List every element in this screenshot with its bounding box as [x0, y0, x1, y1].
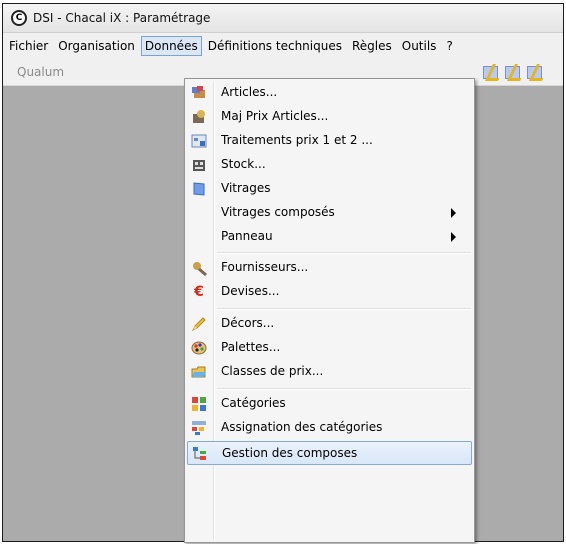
toolbar-tool-icon[interactable]	[503, 62, 523, 82]
menu-fichier[interactable]: Fichier	[5, 36, 52, 56]
price-class-icon	[191, 364, 207, 380]
menu-item-traitements-prix[interactable]: Traitements prix 1 et 2 ...	[187, 129, 472, 153]
articles-icon	[191, 85, 207, 101]
submenu-arrow-icon	[451, 232, 456, 242]
submenu-arrow-icon	[451, 208, 456, 218]
menu-separator	[217, 308, 471, 310]
menu-item-vitrages-composes[interactable]: Vitrages composés	[187, 201, 472, 225]
category-assign-icon	[191, 420, 207, 436]
app-icon: C	[11, 10, 27, 26]
menu-item-decors[interactable]: Décors...	[187, 312, 472, 336]
palette-icon	[191, 340, 207, 356]
suppliers-icon	[191, 260, 207, 276]
menu-help[interactable]: ?	[442, 36, 456, 56]
price-update-icon	[191, 109, 207, 125]
menu-item-articles[interactable]: Articles...	[187, 81, 472, 105]
menu-item-gestion-des-composes[interactable]: Gestion des composes	[187, 441, 472, 465]
menu-separator	[217, 388, 471, 390]
stock-icon	[191, 157, 207, 173]
menu-organisation[interactable]: Organisation	[54, 36, 139, 56]
pencil-icon	[191, 316, 207, 332]
price-processing-icon	[191, 133, 207, 149]
euro-icon: €	[191, 284, 207, 300]
glazing-icon	[191, 181, 207, 197]
menu-item-panneau[interactable]: Panneau	[187, 225, 472, 249]
menu-regles[interactable]: Règles	[348, 36, 396, 56]
menu-separator	[217, 252, 471, 254]
menu-outils[interactable]: Outils	[398, 36, 441, 56]
toolbar-tool-icon[interactable]	[481, 62, 501, 82]
menu-item-stock[interactable]: Stock...	[187, 153, 472, 177]
toolbar-tool-icon[interactable]	[525, 62, 545, 82]
menu-item-vitrages[interactable]: Vitrages	[187, 177, 472, 201]
company-combo[interactable]: Qualum	[13, 62, 177, 82]
menu-item-assignation-categories[interactable]: Assignation des catégories	[187, 416, 472, 440]
categories-icon	[191, 396, 207, 412]
donnees-dropdown-menu: Articles... Maj Prix Articles... Traitem…	[184, 78, 475, 543]
title-bar: C DSI - Chacal iX : Paramétrage	[3, 4, 563, 33]
menu-item-devises[interactable]: € Devises...	[187, 280, 472, 304]
menu-bar: Fichier Organisation Données Définitions…	[3, 33, 563, 59]
compose-management-icon	[192, 446, 208, 462]
menu-item-fournisseurs[interactable]: Fournisseurs...	[187, 256, 472, 280]
window-title: DSI - Chacal iX : Paramétrage	[33, 11, 210, 25]
menu-item-classes-de-prix[interactable]: Classes de prix...	[187, 360, 472, 384]
menu-donnees[interactable]: Données	[141, 36, 202, 56]
menu-item-palettes[interactable]: Palettes...	[187, 336, 472, 360]
menu-definitions-techniques[interactable]: Définitions techniques	[204, 36, 346, 56]
menu-item-categories[interactable]: Catégories	[187, 392, 472, 416]
menu-item-maj-prix-articles[interactable]: Maj Prix Articles...	[187, 105, 472, 129]
